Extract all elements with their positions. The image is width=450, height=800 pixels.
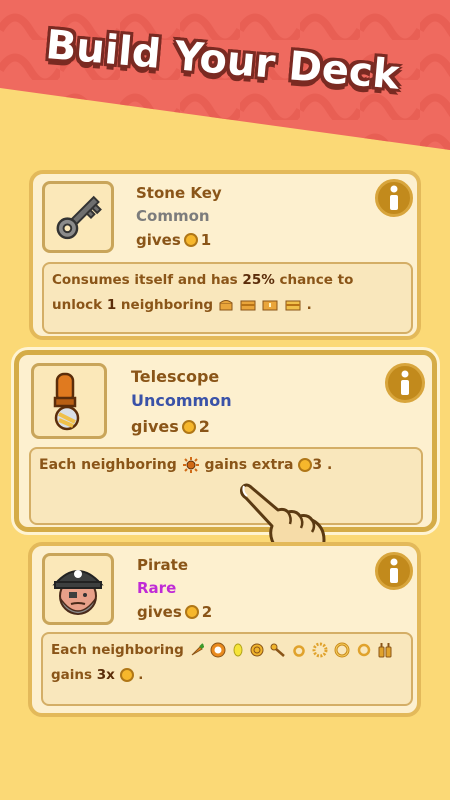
desc-text: Each neighboring: [51, 642, 184, 658]
coin-icon: [184, 605, 199, 619]
gives-value: 1: [200, 231, 212, 249]
card-gives: gives 2: [137, 603, 212, 621]
card-stone-key[interactable]: Stone Key Common gives 1 Consumes itself…: [29, 170, 421, 340]
item-icon-box: [42, 553, 114, 625]
card-telescope[interactable]: Telescope Uncommon gives 2 Each neighbor…: [14, 350, 437, 532]
item-icon-box: [42, 181, 114, 253]
card-name: Telescope: [131, 367, 220, 386]
info-icon: [401, 370, 409, 395]
desc-text: Each neighboring: [39, 457, 177, 473]
desc-text: gains extra: [204, 457, 294, 473]
bottles-icon: [378, 643, 392, 658]
card-rarity: Uncommon: [131, 391, 232, 410]
desc-text: .: [138, 667, 144, 683]
sun-icon: [182, 457, 199, 473]
info-button[interactable]: [385, 363, 425, 403]
gold-coin-icon: [250, 643, 264, 657]
desc-count: 1: [106, 297, 117, 313]
info-button[interactable]: [375, 552, 413, 590]
target-coin-icon: [210, 642, 226, 658]
pirate-icon: [52, 570, 104, 615]
chest-icon: [240, 300, 255, 311]
crown-ring-icon: [334, 642, 350, 658]
carrot-icon: [191, 643, 204, 656]
desc-value: 3: [312, 457, 323, 473]
coin-icon: [298, 458, 313, 472]
info-icon: [390, 558, 398, 583]
key-icon: [270, 643, 286, 657]
card-description: Each neighboring gains extra 3 .: [29, 447, 423, 525]
desc-text: neighboring: [120, 297, 214, 313]
desc-chance: 25%: [242, 272, 275, 288]
gives-label: gives: [131, 417, 179, 436]
coin-icon: [181, 419, 196, 434]
coin-icon: [183, 233, 198, 247]
desc-text: .: [327, 457, 333, 473]
card-name: Pirate: [137, 556, 188, 574]
info-button[interactable]: [375, 179, 413, 217]
card-gives: gives 2: [131, 417, 210, 436]
chest-icon: [285, 300, 301, 311]
chest-icon: [219, 300, 233, 311]
gives-label: gives: [136, 231, 181, 249]
telescope-icon: [53, 372, 80, 431]
desc-text: Consumes itself and has: [52, 272, 238, 288]
card-pirate[interactable]: Pirate Rare gives 2 Each neighboring gai…: [28, 542, 421, 717]
item-icon-box: [31, 363, 107, 439]
card-description: Each neighboring gains 3x .: [41, 632, 413, 706]
lemon-icon: [233, 643, 243, 657]
ring-icon: [293, 645, 305, 657]
chest-icon: [262, 300, 278, 311]
card-rarity: Common: [136, 207, 210, 225]
card-gives: gives 1: [136, 231, 211, 249]
desc-text: gains: [51, 667, 93, 683]
stone-key-icon: [56, 195, 102, 240]
gives-value: 2: [198, 417, 210, 436]
desc-text: .: [306, 297, 312, 313]
card-rarity: Rare: [137, 579, 177, 597]
card-description: Consumes itself and has 25% chance to un…: [42, 262, 413, 334]
ring-icon: [357, 643, 371, 657]
gives-label: gives: [137, 603, 182, 621]
coin-icon: [119, 668, 134, 682]
card-name: Stone Key: [136, 184, 222, 202]
necklace-icon: [312, 642, 328, 658]
gives-value: 2: [201, 603, 213, 621]
info-icon: [390, 185, 398, 210]
desc-mult: 3x: [96, 667, 115, 683]
